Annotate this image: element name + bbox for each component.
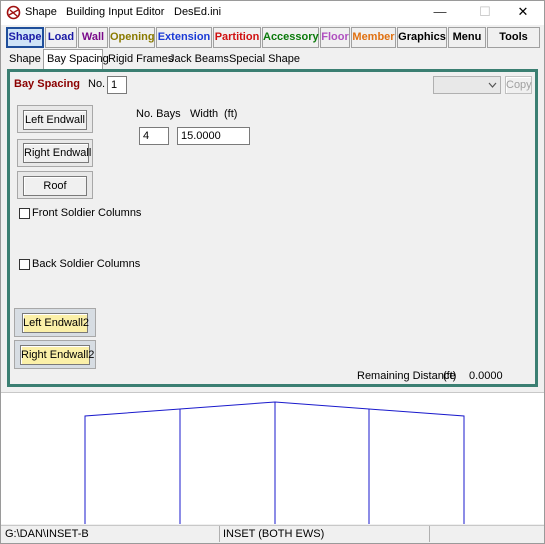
app-logo-icon (6, 5, 21, 20)
copy-button[interactable]: Copy (505, 76, 532, 94)
tab-bay-spacing[interactable]: Bay Spacing (43, 49, 109, 69)
minimize-button[interactable]: — (420, 0, 460, 24)
status-path: G:\DAN\INSET-B (2, 526, 220, 542)
menu-accessory[interactable]: Accessory (262, 27, 319, 48)
menu-menu[interactable]: Menu (448, 27, 486, 48)
tab-special-shape[interactable]: Special Shape (226, 51, 300, 68)
status-mode: INSET (BOTH EWS) (220, 526, 430, 542)
front-soldier-columns-checkbox[interactable] (19, 208, 30, 219)
close-button[interactable]: ✕ (503, 0, 543, 24)
file-name: DesEd.ini (174, 6, 222, 18)
menu-wall[interactable]: Wall (78, 27, 108, 48)
left-endwall2-button[interactable]: Left Endwall2 (22, 313, 89, 333)
width-label: Width (190, 108, 219, 120)
no-bays-label: No. Bays (136, 108, 181, 120)
remaining-distance-value: 0.0000 (469, 370, 503, 382)
no-bays-input[interactable]: 4 (139, 127, 169, 145)
app-title: Shape (25, 6, 57, 18)
remaining-distance-label: Remaining Distance (357, 370, 456, 382)
maximize-button[interactable]: ☐ (465, 0, 505, 24)
menu-floor[interactable]: Floor (320, 27, 350, 48)
panel-title: Bay Spacing (14, 78, 81, 90)
menu-opening[interactable]: Opening (109, 27, 155, 48)
tab-jack-beams[interactable]: Jack Beams (166, 51, 229, 68)
no-input[interactable]: 1 (107, 76, 127, 94)
menu-partition[interactable]: Partition (213, 27, 261, 48)
building-frame-drawing (84, 401, 465, 524)
right-endwall-button[interactable]: Right Endwall (23, 143, 91, 163)
width-unit-label: (ft) (224, 108, 238, 120)
back-soldier-columns-label: Back Soldier Columns (32, 258, 141, 270)
width-input[interactable]: 15.0000 (177, 127, 250, 145)
no-label: No. (88, 78, 106, 90)
front-soldier-columns-label: Front Soldier Columns (32, 207, 142, 219)
roof-button[interactable]: Roof (23, 176, 87, 196)
menu-tools[interactable]: Tools (487, 27, 540, 48)
chevron-down-icon (488, 82, 497, 88)
menu-shape[interactable]: Shape (6, 27, 44, 48)
editor-title: Building Input Editor (66, 6, 165, 18)
remaining-distance-unit: (ft) (443, 370, 457, 382)
tab-rigid-frames[interactable]: Rigid Frames (105, 51, 173, 68)
right-endwall2-button[interactable]: Right Endwall2 (20, 345, 94, 365)
menu-graphics[interactable]: Graphics (397, 27, 447, 48)
menu-load[interactable]: Load (45, 27, 77, 48)
menu-extension[interactable]: Extension (156, 27, 212, 48)
menu-member[interactable]: Member (351, 27, 396, 48)
back-soldier-columns-checkbox[interactable] (19, 259, 30, 270)
tab-shape[interactable]: Shape (6, 51, 42, 68)
left-endwall-button[interactable]: Left Endwall (23, 110, 87, 130)
